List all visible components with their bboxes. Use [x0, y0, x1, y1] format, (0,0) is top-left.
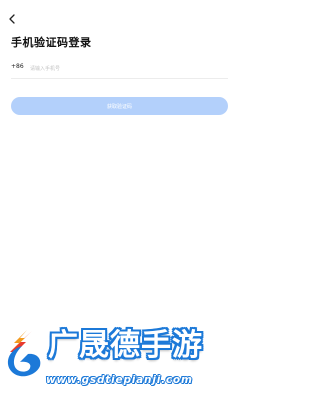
watermark-name: 广晟德手游	[48, 328, 203, 363]
watermark: 广晟德手游 www.gsdtiepianji.com	[0, 324, 240, 394]
watermark-logo-icon	[2, 328, 44, 380]
phone-input-underline	[11, 78, 228, 79]
chevron-left-icon	[8, 9, 16, 28]
phone-row: +86	[11, 61, 228, 77]
page-title: 手机验证码登录	[11, 36, 92, 49]
phone-input[interactable]	[30, 61, 228, 77]
back-button[interactable]	[4, 10, 20, 26]
get-code-button[interactable]: 获取验证码	[11, 97, 228, 115]
country-code[interactable]: +86	[11, 63, 24, 70]
watermark-url: www.gsdtiepianji.com	[46, 374, 193, 386]
